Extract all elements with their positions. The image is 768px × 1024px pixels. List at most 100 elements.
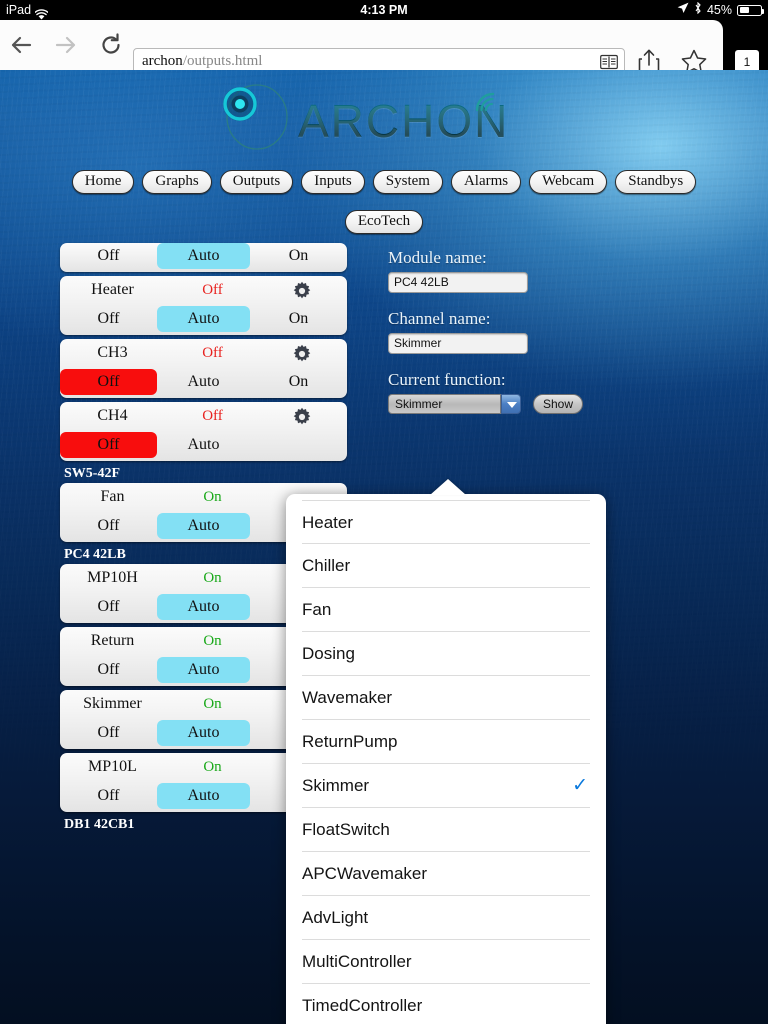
reload-button[interactable]: [96, 30, 128, 60]
nav-item-inputs[interactable]: Inputs: [301, 170, 365, 194]
mode-button-off[interactable]: Off: [60, 513, 157, 539]
function-option[interactable]: FloatSwitch: [302, 808, 590, 852]
screen: iPad 4:13 PM 45% archon/outputs.html 1 A…: [0, 0, 768, 1024]
mode-button-auto[interactable]: Auto: [157, 369, 250, 395]
site-header: ARCHON: [0, 82, 768, 154]
function-option[interactable]: Dosing: [302, 632, 590, 676]
channel-state: Off: [202, 282, 223, 298]
browser-toolbar: archon/outputs.html 1: [0, 20, 768, 75]
function-option[interactable]: Chiller: [302, 544, 590, 588]
mode-button-auto[interactable]: Auto: [157, 720, 250, 746]
ios-status-bar: iPad 4:13 PM 45%: [0, 0, 768, 20]
function-option[interactable]: Skimmer ✓: [302, 764, 590, 808]
function-option-label: Fan: [302, 600, 332, 619]
mode-button-auto[interactable]: Auto: [157, 594, 250, 620]
output-channel-card: Heater Off Off Auto On: [60, 276, 347, 335]
mode-button-auto[interactable]: Auto: [157, 432, 250, 458]
show-button[interactable]: Show: [533, 394, 583, 414]
function-option[interactable]: ReturnPump: [302, 720, 590, 764]
nav-item-ecotech[interactable]: EcoTech: [344, 210, 424, 234]
mode-button-on[interactable]: On: [250, 243, 347, 269]
output-channel-card: Off Auto On: [60, 243, 347, 272]
mode-button-auto[interactable]: Auto: [157, 243, 250, 269]
channel-name: Fan: [100, 488, 125, 505]
channel-header: CH4 Off: [60, 402, 347, 432]
nav-item-webcam[interactable]: Webcam: [529, 170, 608, 194]
channel-name: CH4: [97, 407, 128, 424]
module-name-label: Module name:: [388, 248, 487, 267]
nav-item-outputs[interactable]: Outputs: [219, 170, 294, 194]
reader-view-icon[interactable]: [600, 54, 618, 70]
mode-button-off[interactable]: Off: [60, 783, 157, 809]
web-page: ARCHON Home Graphs Outputs Inputs System Alar…: [0, 70, 768, 1024]
gear-icon[interactable]: [292, 344, 312, 364]
channel-name: Heater: [91, 281, 134, 298]
nav-item-alarms[interactable]: Alarms: [450, 170, 522, 194]
channel-name: MP10L: [88, 758, 137, 775]
function-option-label: APCWavemaker: [302, 864, 428, 883]
mode-button-auto[interactable]: Auto: [157, 513, 250, 539]
channel-name-input[interactable]: Skimmer: [388, 333, 528, 354]
main-nav-row-2: EcoTech: [0, 210, 768, 234]
channel-name: MP10H: [87, 569, 138, 586]
mode-button-off[interactable]: Off: [60, 369, 157, 395]
function-option-label: Chiller: [302, 556, 351, 575]
function-option[interactable]: MultiController: [302, 940, 590, 984]
function-option-label: ReturnPump: [302, 732, 398, 751]
current-function-select[interactable]: Skimmer: [388, 394, 501, 414]
nav-item-system[interactable]: System: [372, 170, 443, 194]
gear-icon[interactable]: [292, 281, 312, 301]
channel-mode-segments: Off Auto On: [60, 369, 347, 398]
function-option[interactable]: Heater: [302, 500, 590, 544]
channel-state: On: [203, 633, 222, 649]
nav-item-standbys[interactable]: Standbys: [615, 170, 697, 194]
mode-button-auto[interactable]: Auto: [157, 657, 250, 683]
mode-button-off[interactable]: Off: [60, 306, 157, 332]
output-channel-card: CH4 Off Off Auto: [60, 402, 347, 461]
battery-icon: [737, 4, 764, 16]
back-button[interactable]: [8, 30, 40, 60]
function-option[interactable]: Wavemaker: [302, 676, 590, 720]
mode-button-on[interactable]: On: [250, 369, 347, 395]
mode-button-off[interactable]: Off: [60, 594, 157, 620]
channel-state: On: [203, 489, 222, 505]
channel-state: Off: [202, 345, 223, 361]
channel-name: Skimmer: [83, 695, 142, 712]
function-option-label: AdvLight: [302, 908, 369, 927]
location-arrow-icon: [677, 0, 689, 20]
status-bar-right: 45%: [677, 0, 764, 20]
url-host: archon: [142, 53, 183, 69]
forward-button[interactable]: [52, 30, 84, 60]
channel-mode-segments: Off Auto On: [60, 243, 347, 272]
mode-button-auto[interactable]: Auto: [157, 306, 250, 332]
current-function-label: Current function:: [388, 370, 506, 389]
mode-button-auto[interactable]: Auto: [157, 783, 250, 809]
mode-button-off[interactable]: Off: [60, 243, 157, 269]
function-option[interactable]: TimedController: [302, 984, 590, 1024]
module-name-input[interactable]: PC4 42LB: [388, 272, 528, 293]
url-path: /outputs.html: [182, 53, 263, 69]
channel-state: On: [203, 696, 222, 712]
channel-form: Module name: PC4 42LB Channel name: Skim…: [388, 248, 688, 416]
mode-button-off[interactable]: Off: [60, 657, 157, 683]
gear-icon[interactable]: [292, 407, 312, 427]
function-option[interactable]: AdvLight: [302, 896, 590, 940]
chevron-down-icon[interactable]: [501, 394, 521, 414]
function-option[interactable]: Fan: [302, 588, 590, 632]
function-option-label: FloatSwitch: [302, 820, 390, 839]
mode-button-on[interactable]: On: [250, 306, 347, 332]
channel-name: Return: [90, 632, 135, 649]
function-option[interactable]: APCWavemaker: [302, 852, 590, 896]
channel-mode-segments: Off Auto On: [60, 306, 347, 335]
nav-item-graphs[interactable]: Graphs: [142, 170, 212, 194]
battery-percent: 45%: [706, 3, 732, 17]
channel-state: On: [203, 570, 222, 586]
channel-name: CH3: [97, 344, 128, 361]
mode-button-off[interactable]: Off: [60, 432, 157, 458]
channel-name-label: Channel name:: [388, 309, 491, 328]
nav-item-home[interactable]: Home: [71, 170, 135, 194]
status-bar-clock: 4:13 PM: [360, 3, 408, 17]
output-channel-card: CH3 Off Off Auto On: [60, 339, 347, 398]
function-option-label: Wavemaker: [302, 688, 393, 707]
mode-button-off[interactable]: Off: [60, 720, 157, 746]
